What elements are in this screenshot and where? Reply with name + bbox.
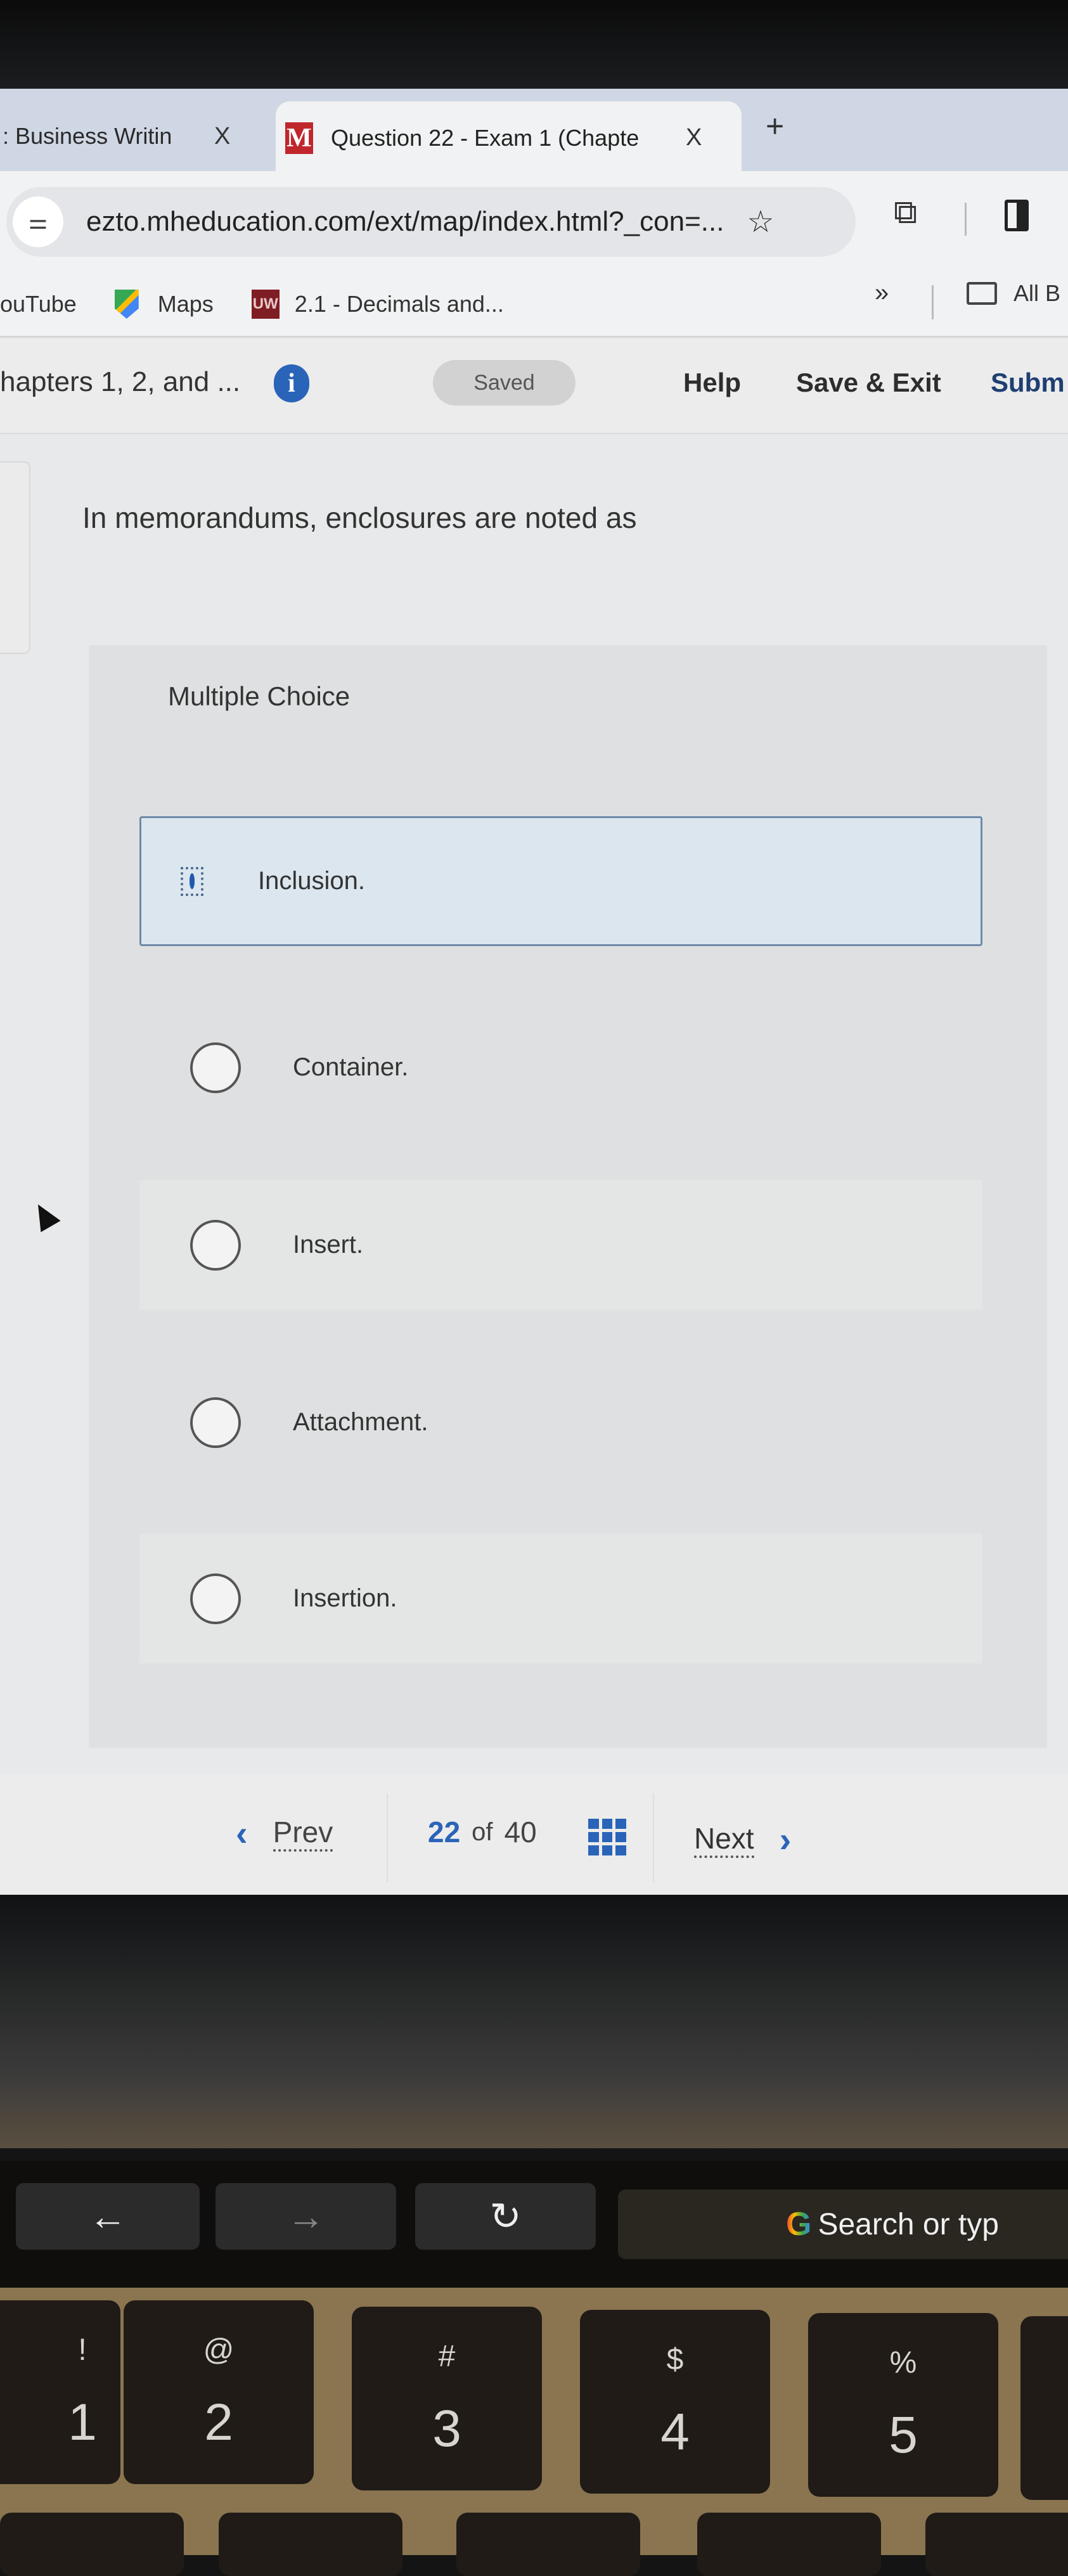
uw-icon: UW (251, 290, 280, 319)
all-bookmarks-button[interactable]: All B (967, 280, 1060, 307)
touchbar-reload-button[interactable]: ↻ (415, 2183, 596, 2250)
toolbar-divider (965, 203, 967, 236)
answer-option-container[interactable]: Container. (139, 1003, 982, 1132)
bookmark-label: 2.1 - Decimals and... (294, 291, 504, 317)
assignment-title: hapters 1, 2, and ... (0, 366, 241, 397)
maps-icon (114, 290, 139, 319)
key-tab[interactable] (0, 2513, 184, 2576)
new-tab-button[interactable]: + (766, 108, 784, 144)
radio-unselected-icon[interactable] (190, 1219, 241, 1271)
screen-bezel (0, 0, 1068, 89)
tab-title: : Business Writin (3, 123, 172, 149)
mcgraw-hill-favicon-icon: M (285, 122, 313, 154)
bookmarks-divider (932, 285, 934, 319)
current-question-number: 22 (428, 1816, 461, 1849)
address-bar[interactable]: ⚌ ezto.mheducation.com/ext/map/index.htm… (6, 187, 856, 257)
key-symbol: # (438, 2339, 456, 2373)
prev-button[interactable]: ‹ Prev (236, 1812, 333, 1854)
radio-unselected-icon[interactable] (190, 1397, 241, 1448)
touchbar-forward-button[interactable]: → (216, 2183, 396, 2250)
prev-label: Prev (273, 1815, 333, 1852)
tab-business-writing[interactable]: : Business Writin X (0, 108, 279, 165)
key-6[interactable] (1020, 2316, 1068, 2500)
option-label: Insert. (293, 1231, 364, 1259)
extensions-icon[interactable]: ⧉ (894, 193, 917, 232)
key-number: 2 (204, 2393, 233, 2451)
key-r[interactable] (925, 2513, 1068, 2576)
key-symbol: $ (666, 2342, 684, 2376)
key-4[interactable]: $ 4 (580, 2310, 770, 2494)
radio-unselected-icon[interactable] (190, 1573, 241, 1624)
url-text[interactable]: ezto.mheducation.com/ext/map/index.html?… (86, 206, 724, 238)
touchbar-search-field[interactable]: G Search or typ (618, 2189, 1068, 2259)
nav-divider (653, 1793, 654, 1882)
close-icon[interactable]: X (686, 124, 702, 151)
tab-title: Question 22 - Exam 1 (Chapte (331, 124, 640, 151)
bookmarks-overflow-button[interactable]: » (875, 279, 889, 307)
answer-option-inclusion[interactable]: Inclusion. (139, 816, 982, 946)
question-type-label: Multiple Choice (168, 681, 351, 711)
radio-focus-ring (181, 866, 203, 896)
star-icon[interactable]: ☆ (747, 204, 774, 240)
key-number: 3 (432, 2399, 461, 2457)
bookmarks-bar: ouTube Maps UW 2.1 - Decimals and... (0, 272, 1068, 338)
key-2[interactable]: @ 2 (124, 2300, 314, 2484)
bookmark-decimals[interactable]: UW 2.1 - Decimals and... (251, 290, 504, 319)
key-e[interactable] (697, 2513, 881, 2576)
question-grid-icon[interactable] (588, 1819, 626, 1855)
google-icon: G (786, 2206, 812, 2243)
side-panel-edge (0, 461, 30, 654)
saved-status-badge: Saved (433, 360, 576, 406)
next-button[interactable]: Next › (694, 1819, 791, 1860)
key-1[interactable]: ! 1 (0, 2300, 120, 2484)
bookmark-label: Maps (157, 291, 214, 317)
key-w[interactable] (456, 2513, 640, 2576)
option-label: Attachment. (293, 1408, 428, 1436)
bookmark-label: ouTube (0, 291, 77, 317)
key-5[interactable]: % 5 (808, 2313, 998, 2497)
save-exit-button[interactable]: Save & Exit (796, 368, 941, 398)
tab-question-22[interactable]: M Question 22 - Exam 1 (Chapte X (276, 101, 742, 174)
option-label: Container. (293, 1053, 409, 1081)
key-symbol: % (889, 2345, 917, 2380)
key-number: 4 (660, 2402, 690, 2461)
next-label: Next (694, 1821, 754, 1858)
touchbar-back-button[interactable]: ← (16, 2183, 200, 2250)
answer-option-insertion[interactable]: Insertion. (139, 1534, 982, 1663)
bookmark-youtube[interactable]: ouTube (0, 291, 77, 317)
info-icon[interactable]: i (274, 364, 309, 402)
total-questions: 40 (504, 1816, 537, 1849)
all-bookmarks-label: All B (1013, 280, 1061, 306)
close-icon[interactable]: X (214, 123, 230, 150)
nav-divider (387, 1793, 388, 1882)
help-button[interactable]: Help (683, 368, 741, 398)
key-number: 1 (68, 2393, 97, 2451)
tune-icon[interactable]: ⚌ (13, 196, 63, 247)
question-counter: 22 of 40 (428, 1815, 537, 1849)
side-panel-icon[interactable] (1005, 200, 1029, 231)
answer-option-insert[interactable]: Insert. (139, 1180, 982, 1310)
radio-unselected-icon[interactable] (190, 1042, 241, 1093)
question-prompt: In memorandums, enclosures are noted as (82, 501, 637, 534)
laptop-bezel (0, 1895, 1068, 2148)
key-symbol: ! (78, 2333, 87, 2367)
bookmark-maps[interactable]: Maps (114, 290, 214, 319)
submit-button[interactable]: Subm (991, 368, 1065, 398)
key-symbol: @ (203, 2333, 235, 2367)
folder-icon (967, 282, 997, 305)
option-label: Insertion. (293, 1584, 397, 1612)
chevron-left-icon: ‹ (236, 1813, 248, 1853)
key-3[interactable]: # 3 (352, 2307, 542, 2490)
key-q[interactable] (219, 2513, 402, 2576)
search-placeholder: Search or typ (818, 2207, 999, 2241)
chevron-right-icon: › (779, 1819, 792, 1859)
key-number: 5 (889, 2406, 918, 2464)
option-label: Inclusion. (258, 867, 365, 895)
of-label: of (472, 1817, 493, 1846)
radio-selected-icon[interactable] (190, 873, 195, 889)
answer-option-attachment[interactable]: Attachment. (139, 1357, 982, 1487)
